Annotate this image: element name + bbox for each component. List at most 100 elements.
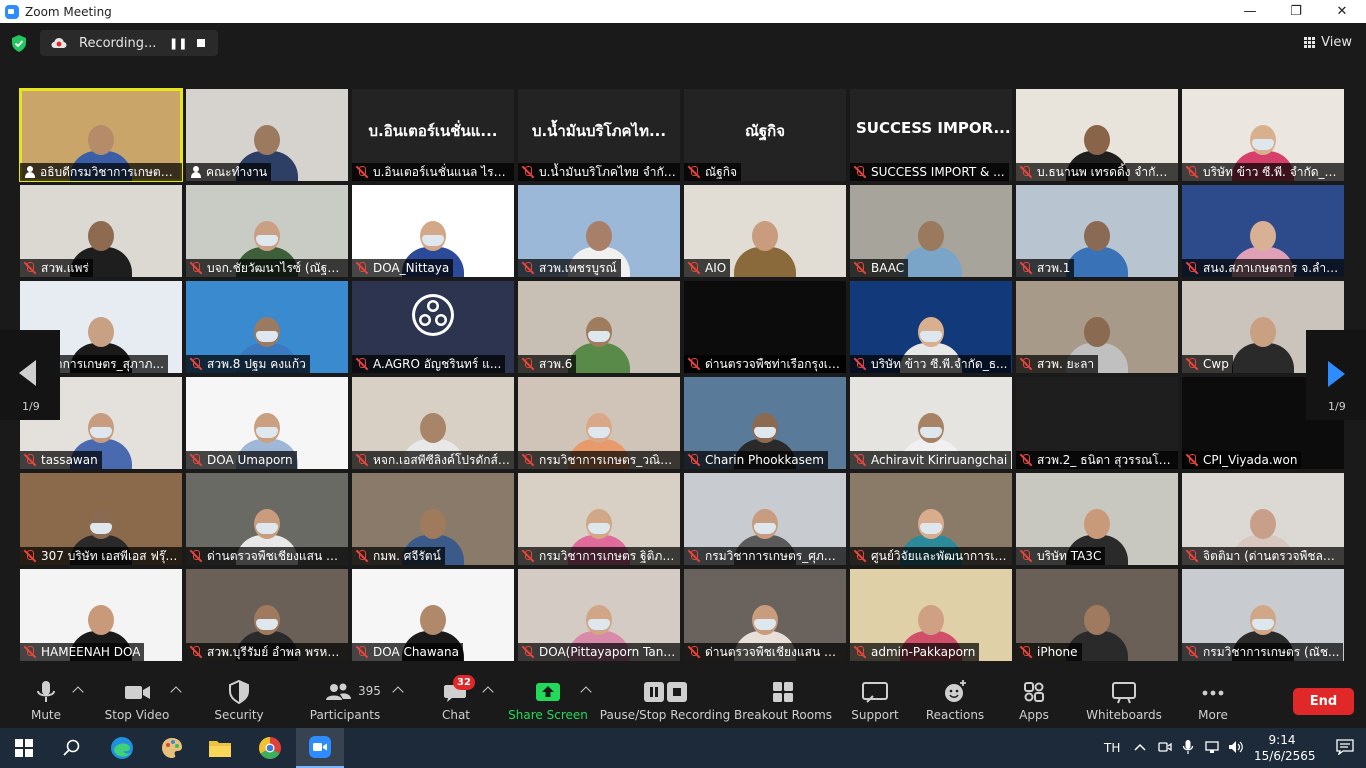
arrow-right-icon xyxy=(1328,361,1345,387)
participant-video-tile[interactable]: กรมวิชาการเกษตร_วณิช... xyxy=(518,377,680,469)
video-options-caret[interactable] xyxy=(170,686,182,698)
participant-video-tile[interactable]: บริษัท TA3C xyxy=(1016,473,1178,565)
participant-video-tile[interactable]: บ.น้ำมันบริโภคไท... บ.น้ำมันบริโภคไทย จำก… xyxy=(518,89,680,181)
previous-page-button[interactable]: 1/9 xyxy=(0,330,60,420)
participant-video-tile[interactable]: ด่านตรวจพืชเชียงแสน กฤ... xyxy=(684,569,846,661)
participant-video-tile[interactable]: ด่านตรวจพืชเชียงแสน ภา... xyxy=(186,473,348,565)
file-explorer-button[interactable] xyxy=(196,728,244,768)
muted-microphone-icon xyxy=(521,645,535,659)
participant-video-tile[interactable]: กมพ. ศจีรัตน์ xyxy=(352,473,514,565)
participant-video-tile[interactable]: สวพ.เพชรบูรณ์ xyxy=(518,185,680,277)
microphone-in-use-icon[interactable] xyxy=(1182,739,1194,755)
participant-name-bar: บริษัท ข้าว ซี.พี.จำกัด_ธ... xyxy=(850,355,1012,373)
encryption-shield-icon[interactable] xyxy=(11,35,27,52)
participant-video-tile[interactable]: DOA(Pittayaporn Tant... xyxy=(518,569,680,661)
apps-button[interactable]: Apps xyxy=(1014,672,1054,728)
participant-name: จิตติมา (ด่านตรวจพืชลาด... xyxy=(1203,548,1340,563)
participant-video-tile[interactable]: SUCCESS IMPOR... SUCCESS IMPORT & ... xyxy=(850,89,1012,181)
participant-name-bar: CPI_Viyada.won xyxy=(1182,451,1302,469)
keyboard-language[interactable]: TH xyxy=(1104,728,1120,768)
participant-video-tile[interactable]: สวพ.1 xyxy=(1016,185,1178,277)
participant-video-tile[interactable]: Charin Phookkasem xyxy=(684,377,846,469)
participant-video-tile[interactable]: บจก.ชัยวัฒนาไรซ์ (ณัฐม... xyxy=(186,185,348,277)
participant-video-tile[interactable]: สนง.สภาเกษตรกร จ.ลำพู... xyxy=(1182,185,1344,277)
participant-video-tile[interactable]: บริษัท ข้าว ซี.พี.จำกัด_ธ... xyxy=(850,281,1012,373)
participant-video-tile[interactable]: กรมวิชาการเกษตร ฐิติภา ... xyxy=(518,473,680,565)
participant-video-tile[interactable]: สวพ.6 xyxy=(518,281,680,373)
participants-options-caret[interactable] xyxy=(392,686,404,698)
chat-button[interactable]: 32 Chat xyxy=(436,672,476,728)
close-button[interactable]: ✕ xyxy=(1319,0,1365,23)
participant-video-tile[interactable]: HAMEENAH DOA xyxy=(20,569,182,661)
participant-video-tile[interactable]: สวพ.แพร่ xyxy=(20,185,182,277)
participant-video-tile[interactable]: Achiravit Kiriruangchai xyxy=(850,377,1012,469)
paint-app-button[interactable] xyxy=(148,728,196,768)
participants-button[interactable]: 395 Participants xyxy=(310,672,381,728)
zoom-app-button[interactable] xyxy=(296,728,344,768)
participant-video-tile[interactable]: สวพ. ยะลา xyxy=(1016,281,1178,373)
participant-name-bar: สวพ.บุรีรัมย์ อำพล พรหม... xyxy=(186,643,348,661)
next-page-button[interactable]: 1/9 xyxy=(1306,330,1366,420)
more-button[interactable]: More xyxy=(1192,672,1234,728)
participant-video-tile[interactable]: DOA Umaporn xyxy=(186,377,348,469)
participant-video-tile[interactable]: อธิบดีกรมวิชาการเกษตร (... xyxy=(19,88,183,182)
security-button[interactable]: Security xyxy=(210,672,268,728)
muted-microphone-icon xyxy=(687,357,701,371)
participant-name-bar: หจก.เอสพีซีลิงค์โปรดักส์ จิ... xyxy=(352,451,514,469)
participant-name-bar: DOA Chawana xyxy=(352,643,463,661)
chrome-browser-button[interactable] xyxy=(246,728,294,768)
pause-stop-recording-button[interactable]: Pause/Stop Recording xyxy=(600,672,730,728)
participant-name-bar: บ.น้ำมันบริโภคไทย จำกัด_... xyxy=(518,163,680,181)
stop-video-button[interactable]: Stop Video xyxy=(104,672,170,728)
camera-in-use-icon[interactable] xyxy=(1158,740,1172,754)
participant-video-tile[interactable]: DOA Chawana xyxy=(352,569,514,661)
audio-options-caret[interactable] xyxy=(72,686,84,698)
muted-microphone-icon xyxy=(1185,165,1199,179)
participant-video-tile[interactable]: กรมวิชาการเกษตร_ศุภรร์... xyxy=(684,473,846,565)
participant-video-tile[interactable]: บ.อินเตอร์เนชั่นแ... บ.อินเตอร์เนชั่นแนล … xyxy=(352,89,514,181)
participant-video-tile[interactable]: ณัฐกิจ ณัฐกิจ xyxy=(684,89,846,181)
participant-name: บ.ธนานพ เทรดดิ้ง จำกัด_... xyxy=(1037,164,1174,179)
search-taskbar-button[interactable] xyxy=(48,728,96,768)
participant-video-tile[interactable]: บริษัท ข้าว ซี.พี. จำกัด_ยู... xyxy=(1182,89,1344,181)
show-hidden-icons-chevron-icon[interactable] xyxy=(1134,742,1146,752)
participant-video-tile[interactable]: ศูนย์วิจัยและพัฒนาการเก... xyxy=(850,473,1012,565)
participant-video-tile[interactable]: กรมวิชาการเกษตร (ณัช... xyxy=(1182,569,1344,661)
participants-icon-group: 395 xyxy=(310,678,381,706)
maximize-button[interactable]: ❐ xyxy=(1273,0,1319,23)
volume-icon[interactable] xyxy=(1228,740,1244,754)
network-icon[interactable] xyxy=(1204,740,1220,754)
end-meeting-button[interactable]: End xyxy=(1293,688,1354,715)
support-button[interactable]: Support xyxy=(848,672,902,728)
participant-video-tile[interactable]: จิตติมา (ด่านตรวจพืชลาด... xyxy=(1182,473,1344,565)
participant-video-tile[interactable]: admin-Pakkaporn xyxy=(850,569,1012,661)
start-button[interactable] xyxy=(0,728,48,768)
chat-options-caret[interactable] xyxy=(482,686,494,698)
participant-video-tile[interactable]: คณะทำงาน xyxy=(186,89,348,181)
notification-center-icon[interactable] xyxy=(1336,739,1354,755)
participant-video-tile[interactable]: A.AGRO อัญชรินทร์ แ... xyxy=(352,281,514,373)
mute-button[interactable]: Mute xyxy=(22,672,70,728)
breakout-rooms-button[interactable]: Breakout Rooms xyxy=(734,672,832,728)
participant-video-tile[interactable]: 307 บริษัท เอสพีเอส ฟรุ๊ต... xyxy=(20,473,182,565)
share-screen-button[interactable]: Share Screen xyxy=(508,672,588,728)
stop-recording-button[interactable] xyxy=(197,39,205,47)
participant-video-tile[interactable]: ด่านตรวจพืชท่าเรือกรุงเท... xyxy=(684,281,846,373)
participant-video-tile[interactable]: สวพ.2_ ธนิดา สุวรรณโบสถ xyxy=(1016,377,1178,469)
pause-recording-button[interactable]: ❚❚ xyxy=(169,37,187,50)
participant-video-tile[interactable]: DOA_Nittaya xyxy=(352,185,514,277)
edge-browser-button[interactable] xyxy=(98,728,146,768)
participant-video-tile[interactable]: สวพ.บุรีรัมย์ อำพล พรหม... xyxy=(186,569,348,661)
participant-video-tile[interactable]: iPhone xyxy=(1016,569,1178,661)
participant-video-tile[interactable]: AIO xyxy=(684,185,846,277)
minimize-button[interactable]: — xyxy=(1227,0,1273,23)
participant-video-tile[interactable]: BAAC xyxy=(850,185,1012,277)
whiteboards-button[interactable]: Whiteboards xyxy=(1086,672,1162,728)
participant-video-tile[interactable]: สวพ.8 ปฐม คงแก้ว xyxy=(186,281,348,373)
participant-video-tile[interactable]: บ.ธนานพ เทรดดิ้ง จำกัด_... xyxy=(1016,89,1178,181)
taskbar-clock[interactable]: 9:14 15/6/2565 xyxy=(1254,732,1316,764)
participant-video-tile[interactable]: หจก.เอสพีซีลิงค์โปรดักส์ จิ... xyxy=(352,377,514,469)
view-button[interactable]: View xyxy=(1304,35,1352,50)
reactions-button[interactable]: Reactions xyxy=(924,672,986,728)
participant-name: Cwp xyxy=(1203,357,1229,371)
